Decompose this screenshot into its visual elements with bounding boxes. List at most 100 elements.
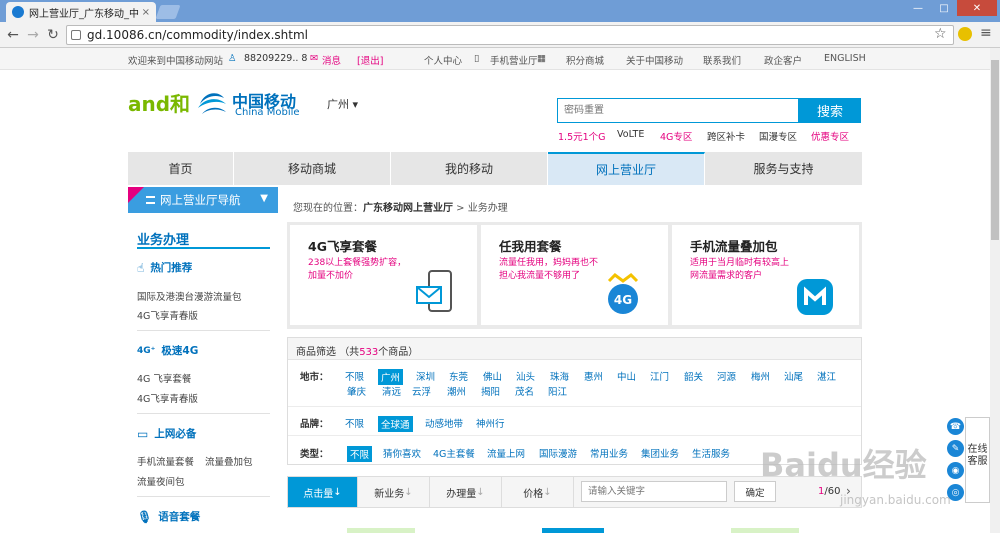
filter-tag[interactable]: 神州行 bbox=[476, 416, 505, 430]
message-link[interactable]: 消息 bbox=[322, 53, 341, 67]
contact-link[interactable]: 联系我们 bbox=[703, 53, 741, 67]
filter-tag[interactable]: 不限 bbox=[345, 369, 364, 383]
sidebar-section-4g[interactable]: 4G⁺ 极速4G bbox=[137, 343, 198, 358]
nav-mall[interactable]: 移动商城 bbox=[234, 152, 391, 185]
filter-tag[interactable]: 清远 bbox=[382, 384, 401, 398]
reload-icon[interactable]: ↻ bbox=[44, 26, 62, 44]
filter-tag[interactable]: 中山 bbox=[617, 369, 636, 383]
filter-tag[interactable]: 阳江 bbox=[548, 384, 567, 398]
sidebar-item[interactable]: 4G飞享青春版 bbox=[137, 391, 198, 405]
hot-link[interactable]: 1.5元1个G bbox=[558, 129, 606, 143]
nav-my-mobile[interactable]: 我的移动 bbox=[391, 152, 548, 185]
and-logo[interactable]: and和 bbox=[128, 88, 190, 117]
filter-tag[interactable]: 动感地带 bbox=[425, 416, 463, 430]
mobile-hall-link[interactable]: 手机营业厅 bbox=[490, 53, 538, 67]
filter-tag[interactable]: 惠州 bbox=[584, 369, 603, 383]
filter-tag[interactable]: 茂名 bbox=[515, 384, 534, 398]
scrollbar-thumb[interactable] bbox=[991, 60, 999, 240]
close-window-icon[interactable]: ✕ bbox=[957, 0, 997, 16]
hot-link[interactable]: 优惠专区 bbox=[811, 129, 849, 143]
promo-card-4g[interactable]: 4G飞享套餐 238以上套餐强势扩容，加量不加价 bbox=[290, 225, 477, 325]
logout-link[interactable]: [退出] bbox=[357, 53, 383, 67]
filter-tag[interactable]: 佛山 bbox=[483, 369, 502, 383]
chat-icon[interactable]: ✎ bbox=[947, 440, 964, 457]
bookmark-star-icon[interactable]: ☆ bbox=[934, 26, 947, 42]
keyword-input[interactable] bbox=[581, 481, 727, 502]
filter-tag[interactable]: 常用业务 bbox=[590, 446, 628, 460]
qr-code-icon[interactable]: ▦ bbox=[537, 53, 546, 64]
hot-link[interactable]: VoLTE bbox=[617, 129, 644, 140]
sort-clicks[interactable]: 点击量 ↓ bbox=[288, 477, 358, 507]
filter-tag[interactable]: 韶关 bbox=[684, 369, 703, 383]
back-icon[interactable]: ← bbox=[4, 26, 22, 44]
url-field[interactable]: gd.10086.cn/commodity/index.shtml bbox=[66, 25, 954, 45]
filter-tag[interactable]: 猜你喜欢 bbox=[383, 446, 421, 460]
filter-tag[interactable]: 东莞 bbox=[449, 369, 468, 383]
gov-customer-link[interactable]: 政企客户 bbox=[764, 53, 802, 67]
filter-tag[interactable]: 梅州 bbox=[751, 369, 770, 383]
filter-tag[interactable]: 肇庆 bbox=[347, 384, 366, 398]
filter-tag[interactable]: 江门 bbox=[650, 369, 669, 383]
breadcrumb-link[interactable]: 广东移动网上营业厅 bbox=[363, 203, 453, 214]
filter-tag[interactable]: 国际漫游 bbox=[539, 446, 577, 460]
sort-new[interactable]: 新业务 ↓ bbox=[358, 477, 430, 507]
user-number[interactable]: 88209229.. 8 bbox=[244, 53, 307, 64]
personal-center-link[interactable]: 个人中心 bbox=[424, 53, 462, 67]
sidebar-item[interactable]: 4G 飞享套餐 bbox=[137, 371, 191, 385]
search-button[interactable]: 搜索 bbox=[799, 98, 861, 123]
filter-tag[interactable]: 揭阳 bbox=[481, 384, 500, 398]
filter-tag[interactable]: 生活服务 bbox=[692, 446, 730, 460]
search-input[interactable] bbox=[557, 98, 799, 123]
type-label: 类型： bbox=[300, 449, 329, 460]
filter-tag[interactable]: 广州 bbox=[378, 369, 404, 385]
filter-tag[interactable]: 潮州 bbox=[447, 384, 466, 398]
promo-card-data-pack[interactable]: 手机流量叠加包 适用于当月临时有较高上网流量需求的客户 bbox=[672, 225, 859, 325]
points-mall-link[interactable]: 积分商城 bbox=[566, 53, 604, 67]
nav-home[interactable]: 首页 bbox=[128, 152, 234, 185]
filter-tag[interactable]: 汕头 bbox=[516, 369, 535, 383]
filter-tag[interactable]: 全球通 bbox=[378, 416, 413, 432]
sidebar-nav-header[interactable]: 网上营业厅导航 ▼ bbox=[128, 187, 278, 213]
forward-icon[interactable]: → bbox=[24, 26, 42, 44]
filter-tag[interactable]: 集团业务 bbox=[641, 446, 679, 460]
maximize-icon[interactable]: □ bbox=[931, 0, 957, 16]
sidebar-section-hot[interactable]: ☝ 热门推荐 bbox=[137, 260, 192, 275]
about-link[interactable]: 关于中国移动 bbox=[626, 53, 683, 67]
sidebar-item[interactable]: 手机流量套餐 bbox=[137, 454, 194, 468]
filter-tag[interactable]: 湛江 bbox=[817, 369, 836, 383]
hot-link[interactable]: 4G专区 bbox=[660, 129, 692, 143]
sidebar-item[interactable]: 4G飞享青春版 bbox=[137, 308, 198, 322]
sidebar-item[interactable]: 流量夜间包 bbox=[137, 474, 185, 488]
china-mobile-logo-icon[interactable] bbox=[196, 88, 228, 118]
tab-close-icon[interactable]: × bbox=[142, 7, 150, 18]
filter-tag[interactable]: 不限 bbox=[347, 446, 373, 462]
headset-icon[interactable]: ☎ bbox=[947, 418, 964, 435]
filter-tag[interactable]: 汕尾 bbox=[784, 369, 803, 383]
sort-price[interactable]: 价格 ↓ bbox=[502, 477, 574, 507]
browser-tab[interactable]: 网上营业厅_广东移动_中 × bbox=[6, 2, 156, 22]
minimize-icon[interactable]: — bbox=[905, 0, 931, 16]
english-link[interactable]: ENGLISH bbox=[824, 53, 866, 64]
sidebar-section-voice[interactable]: 🎙 语音套餐 bbox=[137, 509, 200, 524]
filter-tag[interactable]: 珠海 bbox=[550, 369, 569, 383]
online-service-button[interactable]: 在线客服 bbox=[965, 417, 990, 503]
sidebar-item[interactable]: 国际及港澳台漫游流量包 bbox=[137, 289, 242, 303]
filter-tag[interactable]: 深圳 bbox=[416, 369, 435, 383]
nav-service[interactable]: 服务与支持 bbox=[705, 152, 862, 185]
hot-link[interactable]: 国漫专区 bbox=[759, 129, 797, 143]
city-selector[interactable]: 广州 ▾ bbox=[327, 96, 358, 112]
sidebar-section-internet[interactable]: ▭ 上网必备 bbox=[137, 426, 196, 441]
sidebar-item[interactable]: 流量叠加包 bbox=[205, 454, 253, 468]
filter-tag[interactable]: 流量上网 bbox=[487, 446, 525, 460]
filter-tag[interactable]: 河源 bbox=[717, 369, 736, 383]
filter-tag[interactable]: 不限 bbox=[345, 416, 364, 430]
promo-card-unlimited[interactable]: 任我用套餐 流量任我用，妈妈再也不担心我流量不够用了 4G bbox=[481, 225, 668, 325]
browser-menu-icon[interactable]: ≡ bbox=[980, 25, 992, 41]
sort-volume[interactable]: 办理量 ↓ bbox=[430, 477, 502, 507]
hot-link[interactable]: 跨区补卡 bbox=[707, 129, 745, 143]
filter-tag[interactable]: 4G主套餐 bbox=[433, 446, 475, 460]
filter-tag[interactable]: 云浮 bbox=[412, 384, 431, 398]
extension-icon[interactable] bbox=[958, 27, 972, 41]
nav-online-hall[interactable]: 网上营业厅 bbox=[548, 152, 705, 185]
wechat-icon[interactable]: ◉ bbox=[947, 462, 964, 479]
